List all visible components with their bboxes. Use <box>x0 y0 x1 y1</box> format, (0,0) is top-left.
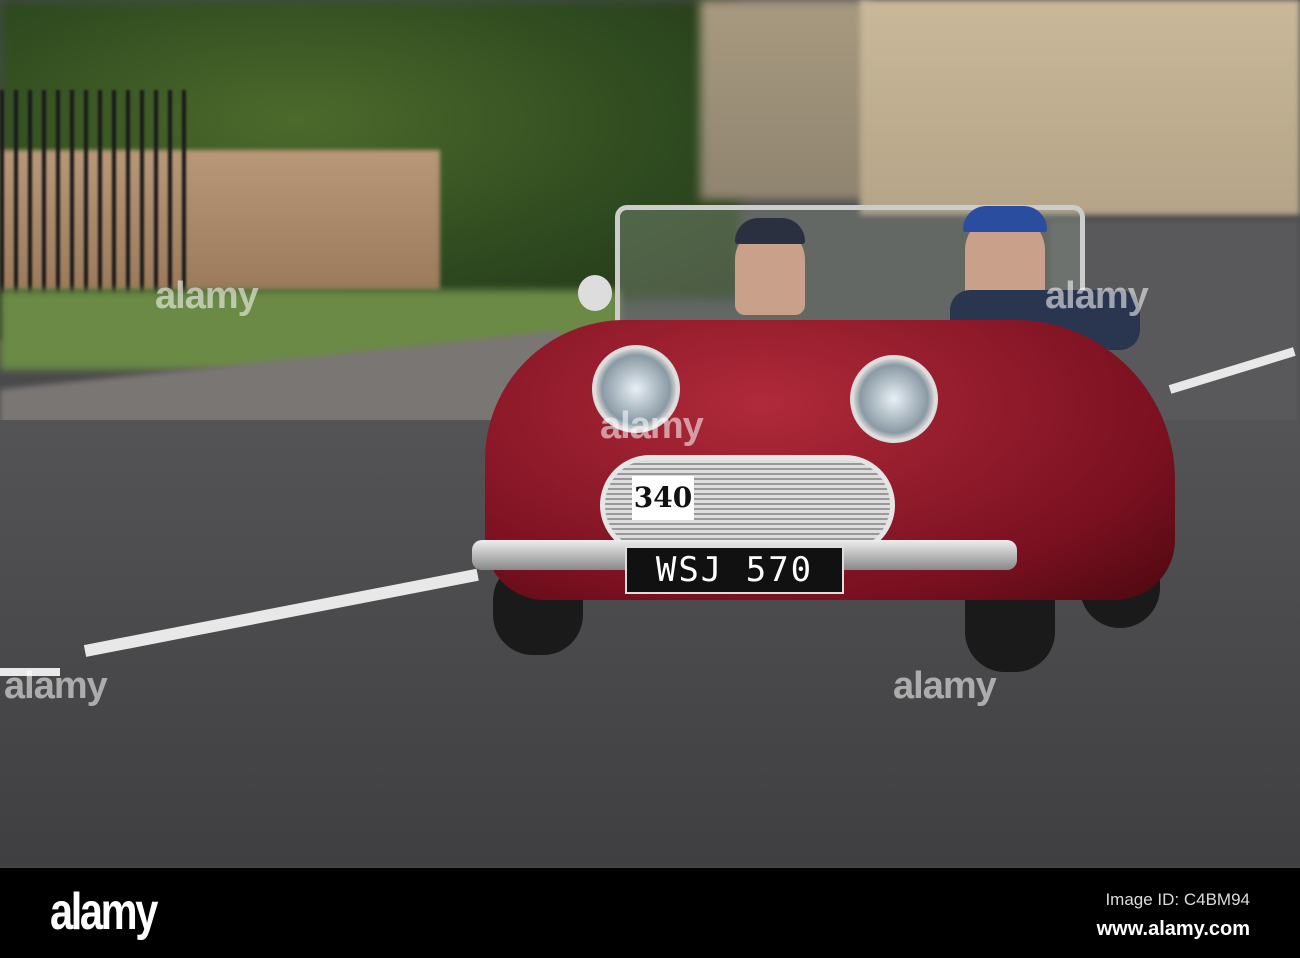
alamy-logo: alamy <box>50 883 158 941</box>
watermark: alamy <box>893 665 997 707</box>
license-plate: WSJ 570 <box>625 546 844 594</box>
watermark: alamy <box>4 665 108 707</box>
photo: 340 WSJ 570 alamy alamy alamy alamy alam… <box>0 0 1300 866</box>
footer-bar: alamy Image ID: C4BM94 www.alamy.com <box>0 866 1300 958</box>
watermark: alamy <box>155 275 259 317</box>
driver-cap <box>735 218 805 244</box>
passenger-cap <box>963 206 1047 232</box>
image-id: Image ID: C4BM94 <box>1105 890 1250 909</box>
watermark: alamy <box>600 405 704 447</box>
website-link[interactable]: www.alamy.com <box>1097 918 1250 941</box>
right-headlight <box>850 355 938 443</box>
watermark: alamy <box>1045 275 1149 317</box>
race-number: 340 <box>632 476 694 520</box>
background-building <box>700 0 870 200</box>
wing-mirror <box>578 275 612 311</box>
background-house <box>860 0 1300 215</box>
